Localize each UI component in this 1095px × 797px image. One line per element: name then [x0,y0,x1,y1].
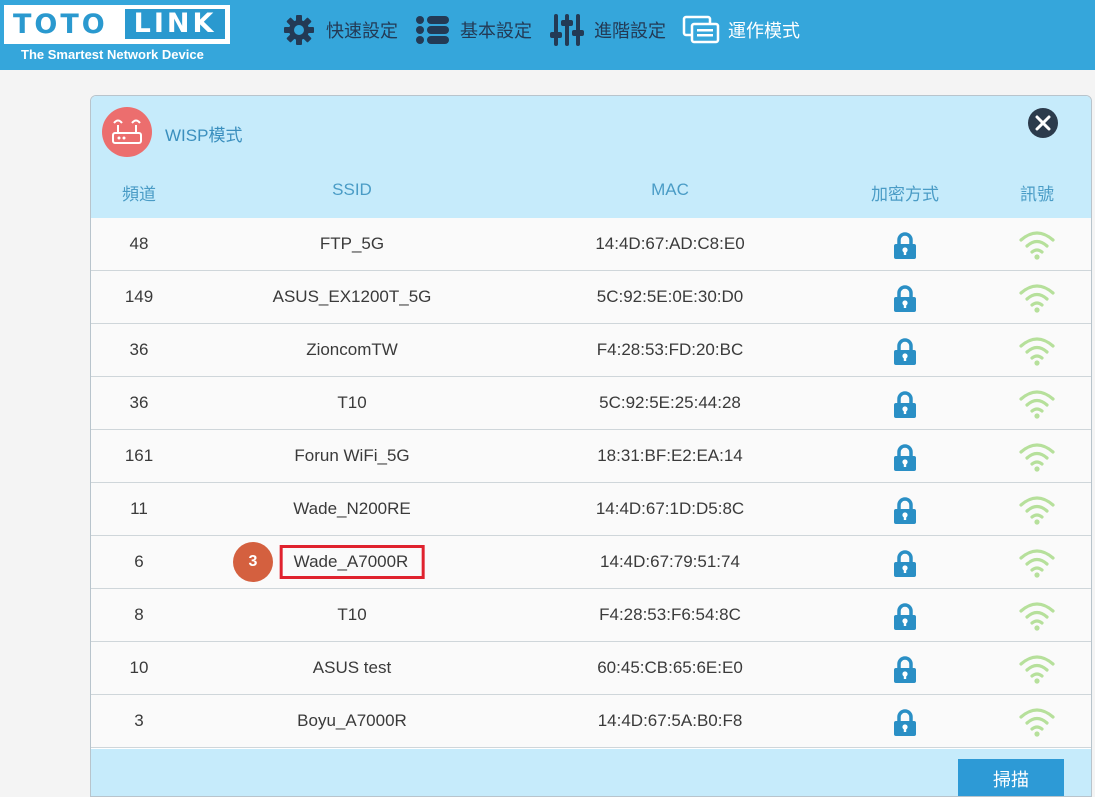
wifi-signal-icon [1018,600,1056,632]
gear-icon [280,12,318,48]
ssid-highlight-box: Wade_A7000R [279,545,425,579]
mac-cell: 18:31:BF:E2:EA:14 [597,446,743,465]
channel-cell: 10 [129,658,149,677]
wifi-signal-icon [1018,229,1056,261]
wifi-signal-icon [1018,335,1056,367]
ssid-cell: Forun WiFi_5G [294,446,410,465]
channel-cell: 48 [129,234,149,253]
ssid-cell: Boyu_A7000R [297,711,407,730]
logo-tagline: The Smartest Network Device [21,47,204,62]
wifi-signal-icon [1018,494,1056,526]
mac-cell: 5C:92:5E:0E:30:D0 [596,287,744,306]
nav-label: 進階設定 [594,21,666,41]
channel-cell: 8 [134,605,144,624]
ssid-cell: ASUS test [312,658,392,677]
nav-operation-mode[interactable]: 運作模式 [682,12,800,48]
nav-advanced-setup[interactable]: 進階設定 [548,12,666,48]
mode-icon [682,12,720,48]
scan-button[interactable]: 掃描 [958,759,1064,796]
ssid-cell: ASUS_EX1200T_5G [272,287,432,306]
mac-cell: F4:28:53:F6:54:8C [599,605,741,624]
column-header-security: 加密方式 [871,185,939,204]
table-row[interactable]: 48 FTP_5G 14:4D:67:AD:C8:E0 [91,218,1091,271]
column-header-signal: 訊號 [1020,185,1054,204]
ap-list: 48 FTP_5G 14:4D:67:AD:C8:E0 149 ASUS_EX1… [91,218,1091,748]
table-row[interactable]: 161 Forun WiFi_5G 18:31:BF:E2:EA:14 [91,430,1091,483]
table-row[interactable]: 3 Boyu_A7000R 14:4D:67:5A:B0:F8 [91,695,1091,748]
table-row[interactable]: 149 ASUS_EX1200T_5G 5C:92:5E:0E:30:D0 [91,271,1091,324]
lock-icon [892,232,918,260]
lock-icon [892,497,918,525]
channel-cell: 6 [134,552,144,571]
mac-cell: 60:45:CB:65:6E:E0 [597,658,743,677]
wifi-signal-icon [1018,706,1056,738]
table-row[interactable]: 8 T10 F4:28:53:F6:54:8C [91,589,1091,642]
nav-basic-setup[interactable]: 基本設定 [414,12,532,48]
ssid-cell: Wade_N200RE [293,499,411,518]
lock-icon [892,550,918,578]
channel-cell: 36 [129,393,149,412]
column-header-channel: 頻道 [122,185,156,204]
table-row-selected[interactable]: 6 3 Wade_A7000R 14:4D:67:79:51:74 [91,536,1091,589]
table-row[interactable]: 36 T10 5C:92:5E:25:44:28 [91,377,1091,430]
nav-label: 基本設定 [460,21,532,41]
list-icon [414,12,452,48]
lock-icon [892,338,918,366]
table-row[interactable]: 10 ASUS test 60:45:CB:65:6E:E0 [91,642,1091,695]
logo-wordmark: TOTO LINK [4,5,230,44]
mac-cell: 14:4D:67:AD:C8:E0 [595,234,745,253]
table-row[interactable]: 36 ZioncomTW F4:28:53:FD:20:BC [91,324,1091,377]
wifi-signal-icon [1018,653,1056,685]
top-header: TOTO LINK The Smartest Network Device 快速… [0,0,1095,70]
ssid-cell: T10 [337,393,367,412]
table-row[interactable]: 11 Wade_N200RE 14:4D:67:1D:D5:8C [91,483,1091,536]
channel-cell: 3 [134,711,144,730]
wifi-signal-icon [1018,547,1056,579]
lock-icon [892,656,918,684]
lock-icon [892,709,918,737]
sliders-icon [548,12,586,48]
mac-cell: F4:28:53:FD:20:BC [596,340,744,359]
lock-icon [892,444,918,472]
channel-cell: 36 [129,340,149,359]
channel-cell: 149 [124,287,154,306]
lock-icon [892,285,918,313]
wifi-signal-icon [1018,388,1056,420]
mac-cell: 14:4D:67:79:51:74 [600,552,740,571]
column-header-ssid: SSID [332,180,372,199]
dialog-title: WISP模式 [165,126,243,145]
lock-icon [892,603,918,631]
mac-cell: 14:4D:67:1D:D5:8C [595,499,745,518]
nav-label: 快速設定 [326,21,398,41]
wisp-site-survey-dialog: WISP模式 頻道 SSID MAC 加密方式 訊號 48 FTP_5G 14:… [90,95,1092,797]
mac-cell: 14:4D:67:5A:B0:F8 [597,711,743,730]
ssid-cell: T10 [337,605,367,624]
nav-label: 運作模式 [728,21,800,41]
lock-icon [892,391,918,419]
ssid-cell: FTP_5G [319,234,385,253]
ssid-cell: ZioncomTW [306,340,398,359]
channel-cell: 11 [130,499,148,518]
column-header-mac: MAC [651,180,689,199]
channel-cell: 161 [124,446,154,465]
main-nav: 快速設定 基本設定 進階設定 運作模式 [280,10,816,50]
wifi-signal-icon [1018,441,1056,473]
router-icon [102,107,152,157]
logo-text-toto: TOTO [13,9,108,40]
step-badge: 3 [233,542,273,582]
nav-quick-setup[interactable]: 快速設定 [280,12,398,48]
totolink-logo: TOTO LINK The Smartest Network Device [4,5,230,67]
dialog-footer: 掃描 [91,749,1091,796]
wifi-signal-icon [1018,282,1056,314]
ssid-cell-highlighted: Wade_A7000R [279,536,425,588]
mac-cell: 5C:92:5E:25:44:28 [599,393,741,412]
close-icon[interactable] [1028,108,1058,138]
logo-text-link: LINK [125,9,225,39]
dialog-header: WISP模式 頻道 SSID MAC 加密方式 訊號 [91,96,1091,219]
